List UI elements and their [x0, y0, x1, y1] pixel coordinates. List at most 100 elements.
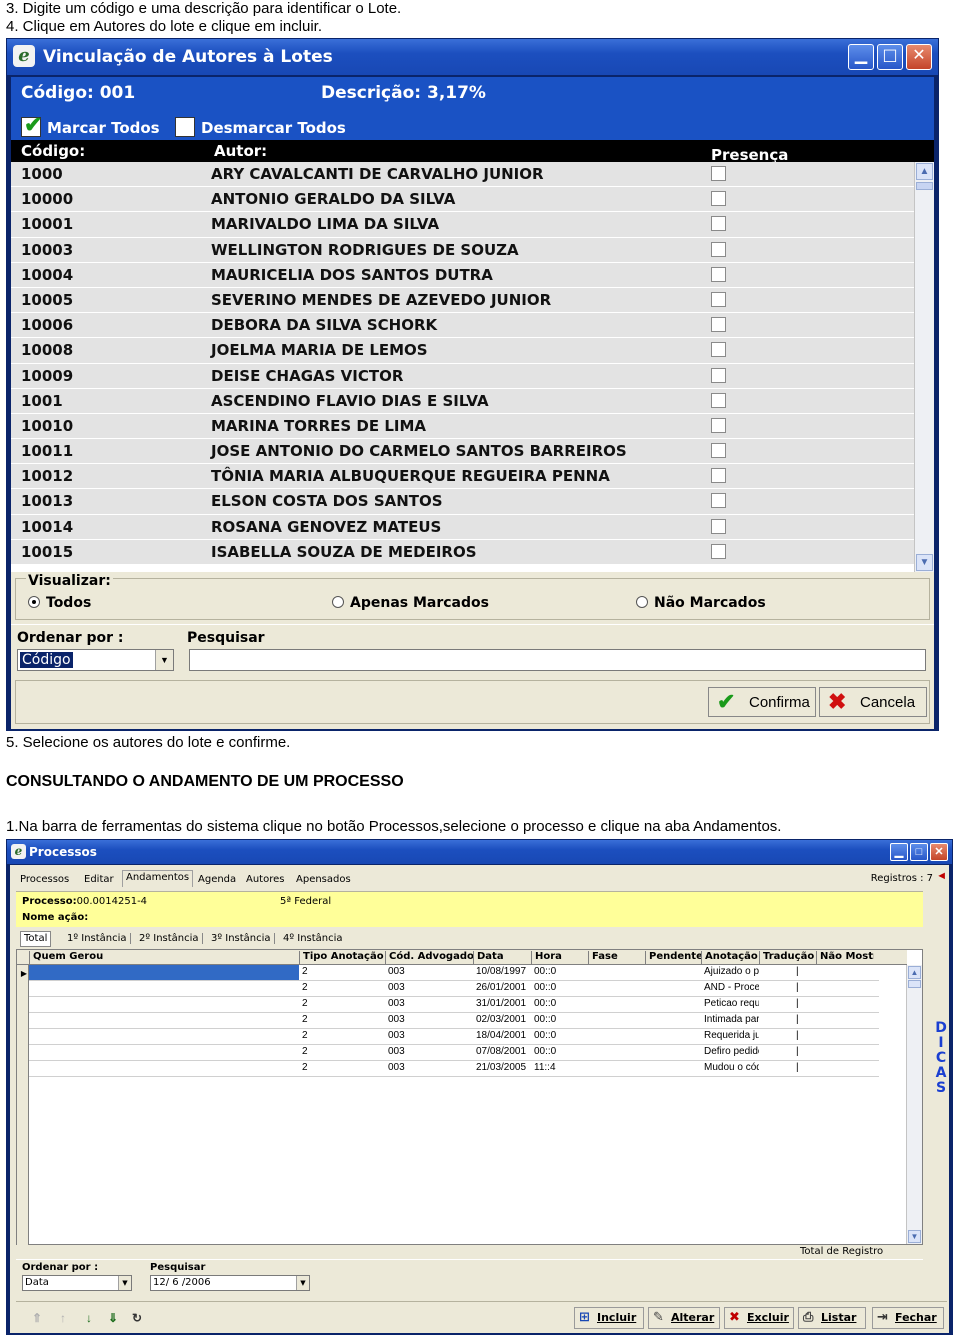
refresh-icon[interactable]: ↻	[130, 1311, 144, 1325]
vertical-scrollbar[interactable]: ▲ ▼	[906, 965, 922, 1244]
presence-checkbox[interactable]	[711, 543, 726, 559]
fechar-button[interactable]: ⇥ Fechar	[872, 1307, 944, 1329]
author-row[interactable]: 10004 MAURICELIA DOS SANTOS DUTRA	[11, 262, 914, 288]
author-row[interactable]: 10000 ANTONIO GERALDO DA SILVA	[11, 187, 914, 213]
presence-checkbox[interactable]	[711, 191, 726, 207]
radio-apenas-marcados[interactable]: Apenas Marcados	[332, 595, 489, 611]
next-record-icon[interactable]: ↓	[82, 1311, 96, 1325]
presence-checkbox[interactable]	[711, 443, 726, 459]
table-row[interactable]: 2 003 21/03/2005 11::4 Mudou o cód |	[17, 1061, 879, 1078]
table-row[interactable]: ▶ 2 003 10/08/1997 00::0 Ajuizado o pro |	[17, 965, 879, 982]
author-row[interactable]: 10008 JOELMA MARIA DE LEMOS	[11, 338, 914, 364]
table-row[interactable]: 2 003 31/01/2001 00::0 Peticao reque |	[17, 997, 879, 1014]
presence-checkbox[interactable]	[711, 216, 726, 232]
scroll-up-icon[interactable]: ▲	[916, 163, 933, 180]
chevron-down-icon[interactable]: ▼	[155, 650, 173, 670]
author-row[interactable]: 10010 MARINA TORRES DE LIMA	[11, 413, 914, 440]
vertical-scrollbar[interactable]: ▲ ▼	[914, 162, 934, 572]
col-nao-mostra[interactable]: Não Mostra	[816, 951, 874, 965]
close-button[interactable]: ✕	[906, 44, 932, 70]
scroll-up-icon[interactable]: ▲	[908, 966, 921, 979]
maximize-button[interactable]: □	[910, 843, 928, 861]
alterar-button[interactable]: ✎ Alterar	[648, 1307, 720, 1329]
table-row[interactable]: 2 003 26/01/2001 00::0 AND - Proces |	[17, 981, 879, 998]
excluir-button[interactable]: ✖ Excluir	[724, 1307, 794, 1329]
presence-checkbox[interactable]	[711, 468, 726, 484]
author-row[interactable]: 10005 SEVERINO MENDES DE AZEVEDO JUNIOR	[11, 287, 914, 314]
col-cod-advogado[interactable]: Cód. Advogado	[385, 951, 473, 965]
tab-editar[interactable]: Editar	[84, 874, 114, 885]
presence-checkbox[interactable]	[711, 166, 726, 181]
presence-checkbox[interactable]	[711, 417, 726, 433]
tab-agenda[interactable]: Agenda	[198, 874, 236, 885]
cancel-button[interactable]: ✖ Cancela	[819, 687, 927, 717]
minimize-button[interactable]: ▁	[890, 843, 908, 861]
tab-andamentos[interactable]: Andamentos	[122, 870, 194, 887]
maximize-button[interactable]: □	[877, 44, 903, 70]
radio-todos[interactable]: Todos	[28, 595, 91, 611]
scroll-thumb[interactable]	[916, 182, 933, 190]
order-by-select[interactable]: Código ▼	[17, 649, 174, 671]
presence-checkbox[interactable]	[711, 241, 726, 257]
order-by-select[interactable]: Data ▼	[22, 1275, 132, 1291]
tab-processos[interactable]: Processos	[20, 874, 69, 885]
radio-nao-marcados[interactable]: Não Marcados	[636, 595, 766, 611]
listar-button[interactable]: ⎙ Listar	[798, 1307, 866, 1329]
close-button[interactable]: ✕	[930, 843, 948, 861]
tab-apensados[interactable]: Apensados	[296, 874, 351, 885]
incluir-button[interactable]: ⊞ Incluir	[574, 1307, 644, 1329]
presence-checkbox[interactable]	[711, 493, 726, 509]
table-row[interactable]: 2 003 18/04/2001 00::0 Requerida jur |	[17, 1029, 879, 1046]
author-name: ANTONIO GERALDO DA SILVA	[211, 190, 456, 209]
search-date-picker[interactable]: 12/ 6 /2006 ▼	[150, 1275, 310, 1291]
previous-record-icon[interactable]: ↑	[56, 1311, 70, 1325]
presence-checkbox[interactable]	[711, 291, 726, 307]
tab-1-instancia[interactable]: 1º Instância	[64, 933, 131, 944]
col-pendente[interactable]: Pendente	[645, 951, 701, 965]
author-row[interactable]: 1001 ASCENDINO FLAVIO DIAS E SILVA	[11, 388, 914, 414]
chevron-down-icon[interactable]: ▼	[296, 1276, 309, 1290]
tab-2-instancia[interactable]: 2º Instância	[136, 933, 203, 944]
col-quem-gerou[interactable]: Quem Gerou	[29, 951, 299, 965]
col-traducao[interactable]: Tradução	[759, 951, 816, 965]
col-data[interactable]: Data	[473, 951, 531, 965]
tab-4-instancia[interactable]: 4º Instância	[280, 933, 346, 944]
scroll-down-icon[interactable]: ▼	[916, 554, 933, 571]
tips-side-button[interactable]: DICAS	[934, 1021, 948, 1096]
presence-checkbox[interactable]	[711, 342, 726, 358]
author-row[interactable]: 10006 DEBORA DA SILVA SCHORK	[11, 313, 914, 339]
last-record-icon[interactable]: ⇓	[106, 1311, 120, 1325]
col-tipo-anotacao[interactable]: Tipo Anotação	[299, 951, 385, 965]
search-input[interactable]	[189, 649, 926, 671]
scroll-down-icon[interactable]: ▼	[908, 1230, 921, 1243]
first-record-icon[interactable]: ⇑	[30, 1311, 44, 1325]
table-row[interactable]: 2 003 02/03/2001 00::0 Intimada parte |	[17, 1013, 879, 1030]
lote-description: Descrição: 3,17%	[321, 83, 486, 103]
author-row[interactable]: 10014 ROSANA GENOVEZ MATEUS	[11, 514, 914, 540]
author-row[interactable]: 10001 MARIVALDO LIMA DA SILVA	[11, 212, 914, 238]
presence-checkbox[interactable]	[711, 392, 726, 408]
presence-checkbox[interactable]	[711, 518, 726, 534]
col-anotacao[interactable]: Anotação	[701, 951, 759, 965]
table-row[interactable]: 2 003 07/08/2001 00::0 Defiro pedido |	[17, 1045, 879, 1062]
author-row[interactable]: 10003 WELLINGTON RODRIGUES DE SOUZA	[11, 237, 914, 263]
presence-checkbox[interactable]	[711, 266, 726, 282]
confirm-button[interactable]: ✔ Confirma	[708, 687, 816, 717]
tipo-cell: 2	[302, 982, 308, 993]
author-row[interactable]: 10011 JOSE ANTONIO DO CARMELO SANTOS BARR…	[11, 439, 914, 465]
author-row[interactable]: 10009 DEISE CHAGAS VICTOR	[11, 363, 914, 389]
author-row[interactable]: 10013 ELSON COSTA DOS SANTOS	[11, 489, 914, 515]
tab-3-instancia[interactable]: 3º Instância	[208, 933, 275, 944]
minimize-button[interactable]: ▁	[848, 44, 874, 70]
chevron-down-icon[interactable]: ▼	[118, 1276, 131, 1290]
scroll-thumb[interactable]	[908, 980, 921, 988]
tab-total[interactable]: Total	[20, 931, 52, 947]
col-hora[interactable]: Hora	[531, 951, 588, 965]
presence-checkbox[interactable]	[711, 367, 726, 383]
author-row[interactable]: 10012 TÔNIA MARIA ALBUQUERQUE REGUEIRA PE…	[11, 464, 914, 490]
author-row[interactable]: 1000 ARY CAVALCANTI DE CARVALHO JUNIOR	[11, 162, 914, 188]
presence-checkbox[interactable]	[711, 317, 726, 333]
col-fase[interactable]: Fase	[588, 951, 645, 965]
author-row[interactable]: 10015 ISABELLA SOUZA DE MEDEIROS	[11, 539, 914, 565]
tab-autores[interactable]: Autores	[246, 874, 284, 885]
